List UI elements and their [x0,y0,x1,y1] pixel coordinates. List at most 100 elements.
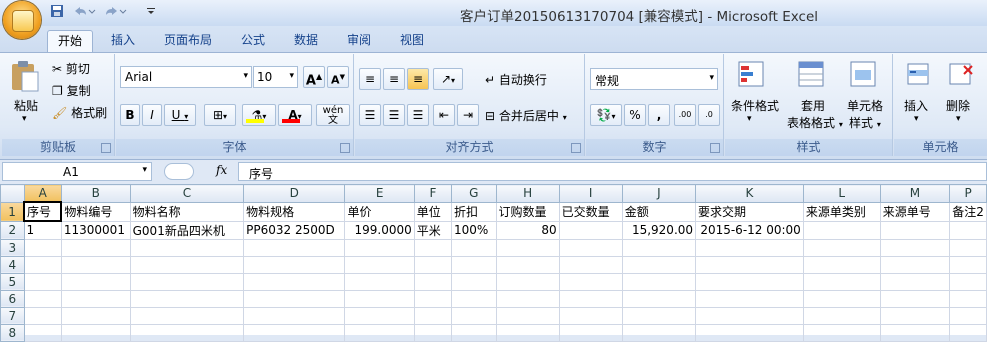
cell[interactable] [495,255,560,274]
cell[interactable] [879,306,951,325]
format-painter-button[interactable]: 🖌 格式刷 [52,104,107,121]
select-all-corner[interactable] [0,184,25,203]
align-top-button[interactable]: ≡ [359,68,381,90]
row-header[interactable]: 2 [0,220,25,240]
table-format-button[interactable]: 表格格式 ▾ [787,114,843,131]
cell[interactable] [695,272,804,291]
cell[interactable] [23,255,62,274]
delete-cells-icon[interactable] [946,60,976,90]
cell[interactable] [23,272,62,291]
cell[interactable] [344,238,415,257]
cell[interactable]: 1 [23,220,62,240]
cell[interactable] [243,255,346,274]
cell[interactable] [23,289,62,308]
cell[interactable] [802,220,881,240]
cell[interactable]: 要求交期 [695,201,804,222]
cell[interactable] [60,323,131,342]
comma-button[interactable]: , [648,104,670,126]
cell[interactable] [60,238,131,257]
align-middle-button[interactable]: ≡ [383,68,405,90]
cell[interactable] [243,306,346,325]
cell[interactable] [558,289,623,308]
column-header[interactable]: C [129,184,245,203]
cell[interactable] [879,323,951,342]
cell[interactable]: 100% [451,220,497,240]
cut-button[interactable]: ✂ 剪切 [52,60,90,77]
cell[interactable] [495,238,560,257]
clipboard-launcher-icon[interactable] [101,143,111,153]
row-header[interactable]: 4 [0,255,25,274]
name-box[interactable]: A1 ▾ [2,162,152,181]
cell-styles-icon[interactable] [849,60,879,90]
paste-icon[interactable] [8,60,42,94]
cell[interactable]: 2015-6-12 00:00 [695,220,804,240]
cell[interactable] [621,272,697,291]
cell[interactable]: 已交数量 [558,201,623,222]
cell[interactable] [695,323,804,342]
tab-review[interactable]: 审阅 [337,30,381,52]
cell[interactable] [558,238,623,257]
cell[interactable] [344,272,415,291]
cell[interactable] [451,255,497,274]
cell[interactable] [558,255,623,274]
cell[interactable]: 物料编号 [60,201,131,222]
cell[interactable] [495,272,560,291]
cell[interactable]: 11300001 [60,220,131,240]
cell[interactable] [413,238,453,257]
cell[interactable] [621,255,697,274]
row-header[interactable]: 5 [0,272,25,291]
italic-button[interactable]: I [142,104,162,126]
cell[interactable] [243,272,346,291]
font-color-button[interactable]: A▾ [278,104,312,126]
cell-styles-label-1[interactable]: 单元格 [847,97,883,114]
cell[interactable] [60,255,131,274]
cell[interactable] [23,306,62,325]
cell[interactable] [129,255,245,274]
cell[interactable] [60,289,131,308]
paste-dropdown-icon[interactable]: ▾ [22,114,27,124]
cell[interactable]: 80 [495,220,560,240]
number-format-select[interactable]: 常规 ▾ [590,68,718,90]
cell[interactable] [949,306,987,325]
cell[interactable] [60,272,131,291]
table-format-icon[interactable] [797,60,827,90]
cell[interactable]: 平米 [413,220,453,240]
customize-quick-access-icon[interactable] [146,4,156,20]
cell[interactable] [413,255,453,274]
cell[interactable] [495,323,560,342]
align-right-button[interactable]: ☰ [407,104,429,126]
percent-button[interactable]: % [624,104,646,126]
cell[interactable] [802,306,881,325]
orientation-button[interactable]: ↗▾ [433,68,463,90]
cell[interactable] [413,323,453,342]
cell[interactable] [949,238,987,257]
increase-decimal-button[interactable]: .00 [674,104,696,126]
cell[interactable] [949,289,987,308]
wrap-text-button[interactable]: ↵ 自动换行 [485,71,547,88]
cell[interactable] [949,272,987,291]
insert-button[interactable]: 插入 [904,97,928,114]
column-header[interactable]: E [344,184,415,203]
cell[interactable] [129,323,245,342]
formula-bar-expand-icon[interactable] [164,163,194,180]
delete-button[interactable]: 删除 [946,97,970,114]
borders-button[interactable]: ⊞▾ [204,104,236,126]
column-header[interactable]: G [451,184,497,203]
cell[interactable]: 订购数量 [495,201,560,222]
cell[interactable]: PP6032 2500D [243,220,346,240]
cell[interactable] [879,289,951,308]
cell[interactable] [558,306,623,325]
cell[interactable] [451,306,497,325]
accounting-format-button[interactable]: 💱▾ [590,104,622,126]
cell[interactable]: 物料名称 [129,201,245,222]
cell[interactable] [413,306,453,325]
align-center-button[interactable]: ☰ [383,104,405,126]
cell[interactable] [621,323,697,342]
align-left-button[interactable]: ☰ [359,104,381,126]
column-header[interactable]: P [949,184,987,203]
cell[interactable] [879,272,951,291]
cell[interactable]: 折扣 [451,201,497,222]
cell[interactable] [129,306,245,325]
cell[interactable] [802,323,881,342]
cell[interactable] [243,289,346,308]
